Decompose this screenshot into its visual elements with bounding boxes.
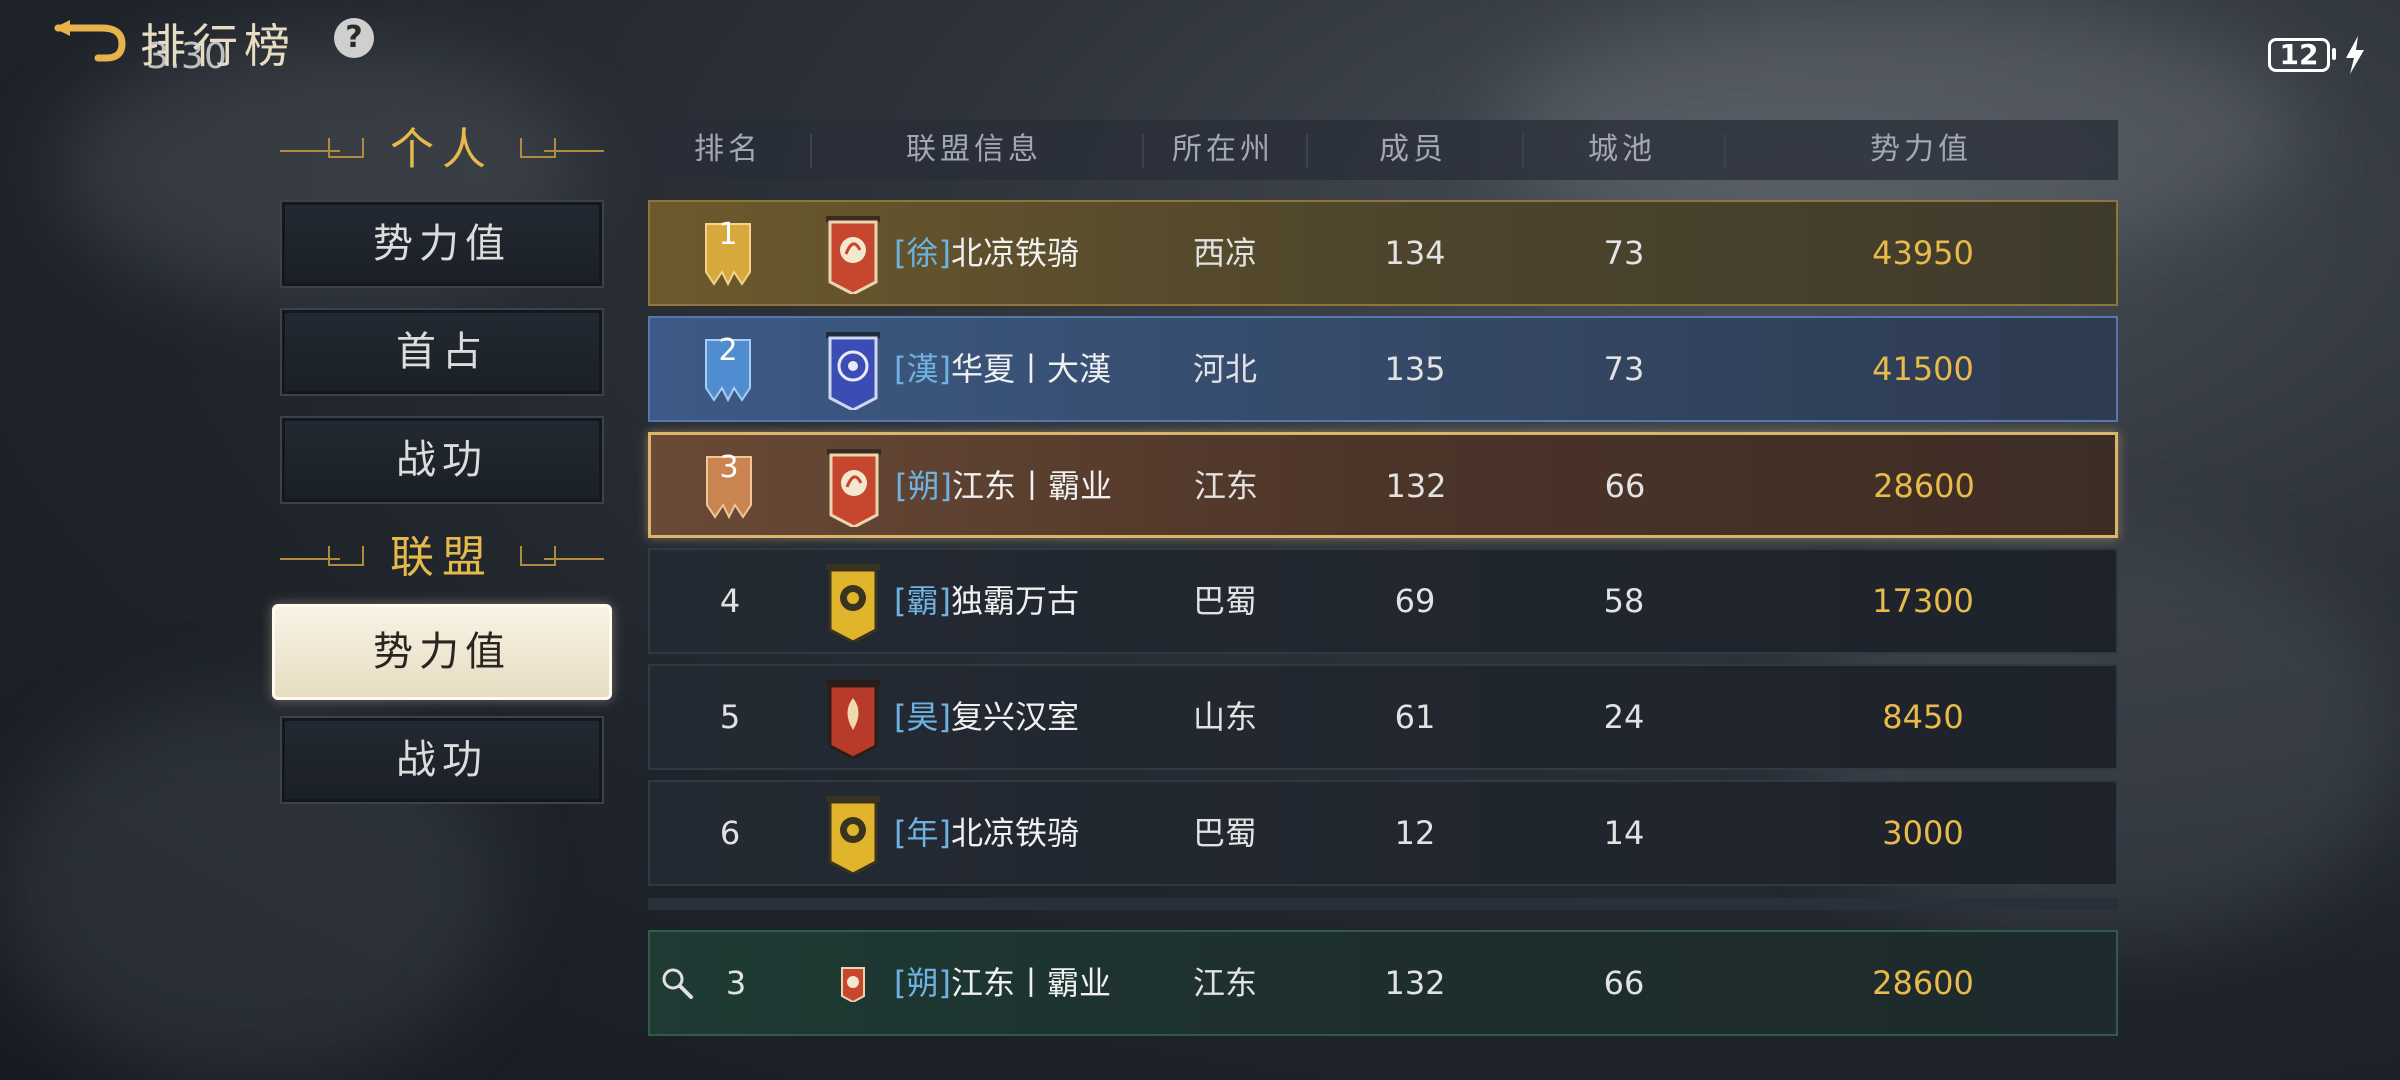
red-phoenix-banner-icon [827,449,881,527]
table-row[interactable]: 4 [霸]独霸万古 巴蜀 69 58 17300 [648,548,2118,654]
table-row[interactable]: 6 [年]北凉铁骑 巴蜀 12 14 3000 [648,780,2118,886]
state-cell: 巴蜀 [1192,814,1257,852]
rank-number: 4 [719,582,741,620]
members-cell: 134 [1384,234,1446,272]
rank-number: 1 [718,217,738,252]
members-cell: 12 [1394,814,1436,852]
state-cell: 山东 [1192,698,1257,736]
yellow-dragon-banner-icon [826,564,880,642]
rank-number: 3 [719,450,739,485]
state-cell: 河北 [1192,350,1257,388]
header-rank: 排名 [694,132,762,167]
power-cell: 17300 [1872,582,1974,620]
alliance-name[interactable]: [漢]华夏丨大漢 [894,318,1111,420]
table-row[interactable]: 2 [漢]华夏丨大漢 河北 135 73 41500 [648,316,2118,422]
cities-cell: 14 [1603,814,1645,852]
alliance-name[interactable]: [徐]北凉铁骑 [894,202,1079,304]
help-icon[interactable]: ? [334,18,374,58]
power-cell: 3000 [1882,814,1964,852]
header-members: 成员 [1379,132,1447,167]
blue-dragon-banner-icon [826,332,880,410]
cities-cell: 73 [1603,350,1645,388]
red-phoenix-banner-icon [826,216,880,294]
own-alliance-row[interactable]: 3 [朔]江东丨霸业 江东 132 66 28600 [648,930,2118,1036]
header-power: 势力值 [1870,132,1972,167]
members-cell: 132 [1385,467,1447,505]
list-divider [648,898,2118,910]
power-cell: 28600 [1872,964,1974,1002]
power-cell: 28600 [1873,467,1975,505]
rank-number: 3 [725,964,747,1002]
section-label-personal: 个人 [390,124,494,175]
back-arrow-icon[interactable] [52,18,128,62]
battery-tip [2332,48,2336,60]
cities-cell: 66 [1604,467,1646,505]
alliance-power-button[interactable]: 势力值 [272,604,612,700]
table-row[interactable]: 3 [朔]江东丨霸业 江东 132 66 28600 [648,432,2118,538]
members-cell: 61 [1394,698,1436,736]
personal-first-capture-button[interactable]: 首占 [280,308,604,396]
status-clock: 3:30 [146,36,227,77]
power-cell: 41500 [1872,350,1974,388]
table-row[interactable]: 5 [昊]复兴汉室 山东 61 24 8450 [648,664,2118,770]
power-cell: 8450 [1882,698,1964,736]
cities-cell: 66 [1603,964,1645,1002]
alliance-name[interactable]: [昊]复兴汉室 [894,666,1079,768]
top-bar: 排行榜 3:30 ? 12 [0,0,2400,80]
section-label-alliance: 联盟 [390,532,494,583]
state-cell: 西凉 [1192,234,1257,272]
header-cities: 城池 [1588,132,1656,167]
section-header-alliance: 联盟 [280,528,604,588]
section-header-personal: 个人 [280,120,604,180]
rank-number: 5 [719,698,741,736]
battery-icon: 12 [2268,38,2330,72]
cities-cell: 58 [1603,582,1645,620]
state-cell: 江东 [1193,467,1258,505]
alliance-name[interactable]: [年]北凉铁骑 [894,782,1079,884]
charging-bolt-icon [2346,36,2364,74]
alliance-name[interactable]: [霸]独霸万古 [894,550,1079,652]
alliance-merit-button[interactable]: 战功 [280,716,604,804]
members-cell: 135 [1384,350,1446,388]
state-cell: 巴蜀 [1192,582,1257,620]
power-cell: 43950 [1872,234,1974,272]
yellow-dragon-banner-icon [826,796,880,874]
cities-cell: 73 [1603,234,1645,272]
header-alliance-info: 联盟信息 [906,132,1042,167]
search-icon[interactable] [660,966,694,1000]
personal-power-button[interactable]: 势力值 [280,200,604,288]
rank-number: 6 [719,814,741,852]
state-cell: 江东 [1192,964,1257,1002]
red-phoenix-banner-icon [841,967,865,1002]
header-state: 所在州 [1172,132,1274,167]
alliance-name[interactable]: [朔]江东丨霸业 [894,932,1111,1034]
table-header: 排名 联盟信息 所在州 成员 城池 势力值 [648,120,2118,180]
rank-number: 2 [718,333,738,368]
alliance-name[interactable]: [朔]江东丨霸业 [895,435,1112,537]
table-row[interactable]: 1 [徐]北凉铁骑 西凉 134 73 43950 [648,200,2118,306]
red-flame-banner-icon [826,680,880,758]
cities-cell: 24 [1603,698,1645,736]
members-cell: 132 [1384,964,1446,1002]
personal-merit-button[interactable]: 战功 [280,416,604,504]
members-cell: 69 [1394,582,1436,620]
